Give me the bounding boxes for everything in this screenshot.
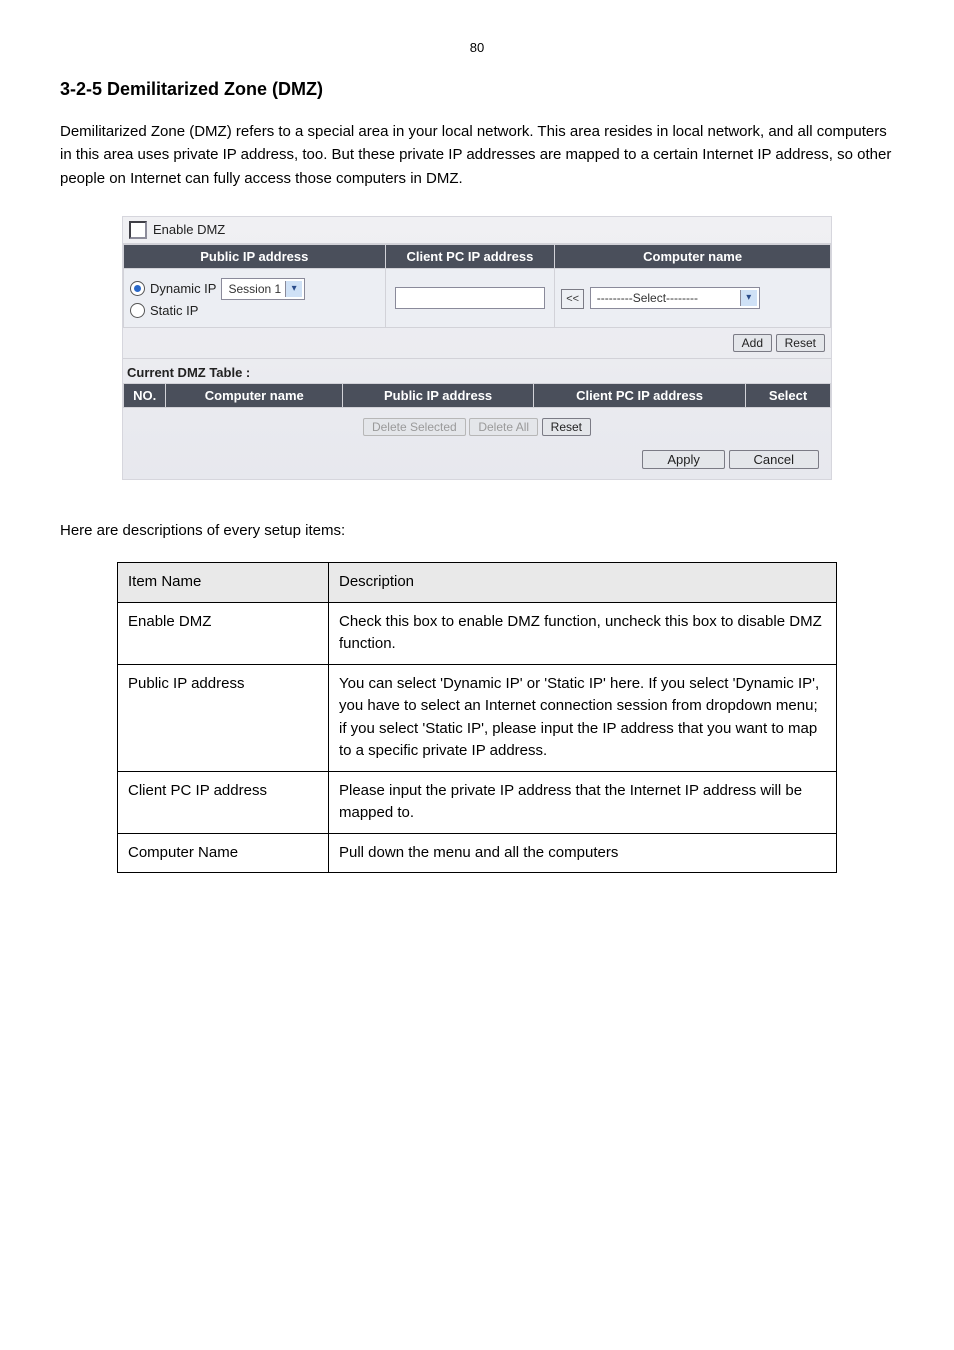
- table-row: Public IP address You can select 'Dynami…: [118, 664, 837, 771]
- table-row: Enable DMZ Check this box to enable DMZ …: [118, 602, 837, 664]
- desc-header-desc: Description: [329, 563, 837, 603]
- col-client-ip: Client PC IP address: [385, 244, 555, 268]
- chevron-down-icon: ▾: [285, 281, 302, 297]
- chevron-down-icon: ▾: [740, 290, 757, 306]
- session-dropdown[interactable]: Session 1 ▾: [221, 278, 305, 300]
- descriptions-table: Item Name Description Enable DMZ Check t…: [117, 562, 837, 873]
- page-number: 80: [60, 40, 894, 55]
- dynamic-ip-label: Dynamic IP: [150, 281, 216, 296]
- desc-text: Please input the private IP address that…: [329, 771, 837, 833]
- col-computer-name: Computer name: [555, 244, 831, 268]
- col-public-ip: Public IP address: [124, 244, 386, 268]
- static-ip-label: Static IP: [150, 303, 198, 318]
- static-ip-radio[interactable]: [130, 303, 145, 318]
- col-public-ip-2: Public IP address: [343, 383, 534, 407]
- delete-all-button[interactable]: Delete All: [469, 418, 538, 436]
- add-button[interactable]: Add: [733, 334, 772, 352]
- dmz-settings-panel: Enable DMZ Public IP address Client PC I…: [122, 216, 832, 480]
- enable-dmz-checkbox[interactable]: [129, 221, 147, 239]
- current-dmz-table-heading: Current DMZ Table :: [123, 359, 831, 383]
- client-pc-ip-input[interactable]: [395, 287, 545, 309]
- computer-name-dropdown[interactable]: ---------Select-------- ▾: [590, 287, 760, 309]
- intro-text: Demilitarized Zone (DMZ) refers to a spe…: [60, 120, 894, 190]
- current-dmz-table: NO. Computer name Public IP address Clie…: [123, 383, 831, 408]
- dmz-entry-table: Public IP address Client PC IP address C…: [123, 244, 831, 328]
- desc-item: Client PC IP address: [118, 771, 329, 833]
- desc-item: Public IP address: [118, 664, 329, 771]
- apply-button[interactable]: Apply: [642, 450, 725, 469]
- desc-item: Computer Name: [118, 833, 329, 873]
- desc-item: Enable DMZ: [118, 602, 329, 664]
- dynamic-ip-radio[interactable]: [130, 281, 145, 296]
- col-computer-name-2: Computer name: [166, 383, 343, 407]
- descriptions-intro: Here are descriptions of every setup ite…: [60, 520, 894, 543]
- table-row: Computer Name Pull down the menu and all…: [118, 833, 837, 873]
- reset-table-button[interactable]: Reset: [542, 418, 591, 436]
- assign-button[interactable]: <<: [561, 289, 584, 309]
- col-select: Select: [746, 383, 831, 407]
- enable-dmz-label: Enable DMZ: [153, 222, 225, 237]
- desc-text: Pull down the menu and all the computers: [329, 833, 837, 873]
- section-title: 3-2-5 Demilitarized Zone (DMZ): [60, 79, 894, 100]
- delete-selected-button[interactable]: Delete Selected: [363, 418, 466, 436]
- computer-name-dropdown-value: ---------Select--------: [597, 291, 698, 305]
- desc-text: You can select 'Dynamic IP' or 'Static I…: [329, 664, 837, 771]
- session-dropdown-value: Session 1: [228, 282, 281, 296]
- reset-button[interactable]: Reset: [776, 334, 825, 352]
- desc-text: Check this box to enable DMZ function, u…: [329, 602, 837, 664]
- cancel-button[interactable]: Cancel: [729, 450, 819, 469]
- col-no: NO.: [124, 383, 166, 407]
- table-row: Client PC IP address Please input the pr…: [118, 771, 837, 833]
- col-client-ip-2: Client PC IP address: [534, 383, 746, 407]
- desc-header-item: Item Name: [118, 563, 329, 603]
